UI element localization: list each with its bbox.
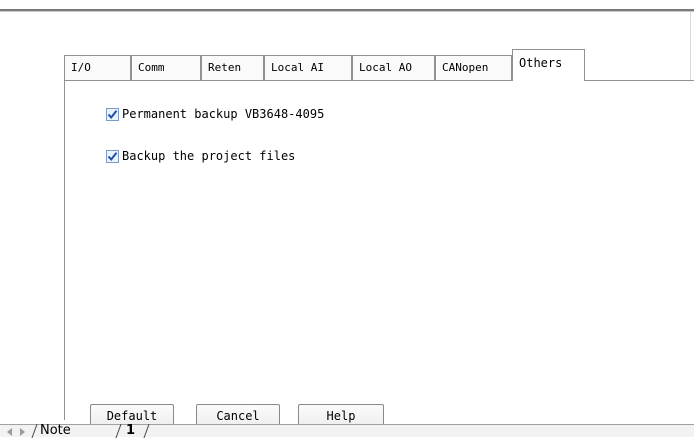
tab-canopen[interactable]: CANopen — [435, 55, 512, 80]
permanent-backup-checkbox[interactable] — [106, 107, 119, 121]
window-top-border-inner — [0, 11, 694, 12]
check-mark-icon — [107, 151, 118, 161]
tab-others[interactable]: Others — [512, 49, 585, 81]
tab-io[interactable]: I/O — [64, 55, 131, 80]
tab-local-ao[interactable]: Local AO — [352, 55, 435, 80]
tab-comm[interactable]: Comm — [131, 55, 201, 80]
scroll-left-icon[interactable] — [6, 428, 14, 436]
permanent-backup-label: Permanent backup VB3648-4095 — [122, 107, 325, 121]
options-panel — [64, 80, 694, 420]
scroll-right-icon[interactable] — [18, 428, 26, 436]
check-mark-icon — [107, 109, 118, 119]
permanent-backup-option[interactable]: Permanent backup VB3648-4095 — [106, 106, 324, 122]
backup-project-option[interactable]: Backup the project files — [106, 148, 295, 164]
backup-project-checkbox[interactable] — [106, 149, 119, 163]
backup-project-label: Backup the project files — [122, 149, 296, 163]
tab-reten[interactable]: Reten — [201, 55, 264, 80]
sheet-tab-bar — [0, 424, 694, 437]
tab-local-ai[interactable]: Local AI — [264, 55, 352, 80]
